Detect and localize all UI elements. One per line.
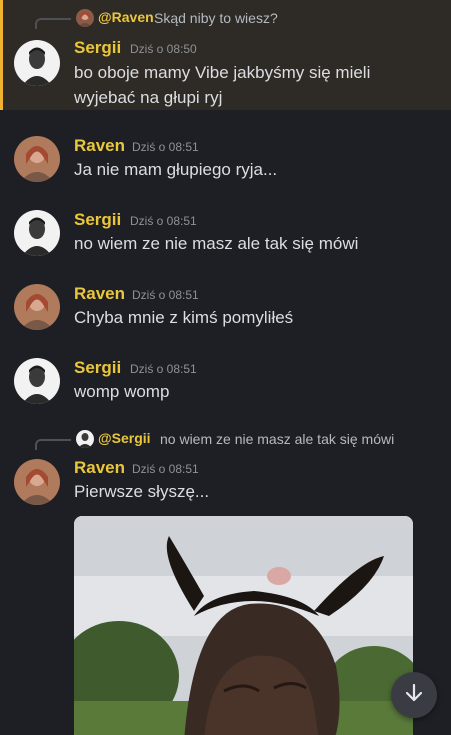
author-name[interactable]: Raven — [74, 458, 125, 478]
message-text: Ja nie mam głupiego ryja... — [74, 160, 278, 179]
timestamp: Dziś o 08:51 — [132, 288, 199, 302]
avatar[interactable] — [14, 40, 60, 86]
timestamp: Dziś o 08:51 — [130, 362, 197, 376]
message-text: no wiem ze nie masz ale tak się mówi — [74, 234, 359, 253]
reply-spine — [35, 18, 71, 29]
message-raven-1[interactable]: Raven Dziś o 08:51 Ja nie mam głupiego r… — [0, 128, 451, 188]
author-name[interactable]: Raven — [74, 136, 125, 156]
message-text: Chyba mnie z kimś pomyliłeś — [74, 308, 294, 327]
timestamp: Dziś o 08:51 — [132, 462, 199, 476]
avatar[interactable] — [14, 136, 60, 182]
avatar[interactable] — [14, 284, 60, 330]
reply-text: Skąd niby to wiesz? — [154, 10, 278, 26]
message-sergii-3[interactable]: Sergii Dziś o 08:51 womp womp — [0, 350, 451, 410]
message-text-line: wyjebać na głupi ryj — [74, 88, 223, 107]
scroll-to-bottom-button[interactable] — [391, 672, 437, 718]
author-name[interactable]: Sergii — [74, 210, 121, 230]
video-thumbnail[interactable] — [74, 516, 413, 735]
reply-preview[interactable]: @Sergii no wiem ze nie masz ale tak się … — [0, 429, 451, 450]
reply-text: no wiem ze nie masz ale tak się mówi — [160, 431, 395, 447]
message-text: Pierwsze słyszę... — [74, 482, 210, 501]
timestamp: Dziś o 08:50 — [130, 42, 197, 56]
reply-author[interactable]: @Raven — [98, 9, 154, 25]
timestamp: Dziś o 08:51 — [132, 140, 199, 154]
avatar[interactable] — [14, 459, 60, 505]
message-sergii-2[interactable]: Sergii Dziś o 08:51 no wiem ze nie masz … — [0, 202, 451, 262]
timestamp: Dziś o 08:51 — [130, 214, 197, 228]
reply-avatar — [76, 9, 94, 27]
message-sergii-1[interactable]: @Raven Skąd niby to wiesz? Sergii Dziś o… — [0, 0, 451, 110]
message-raven-2[interactable]: Raven Dziś o 08:51 Chyba mnie z kimś pom… — [0, 276, 451, 336]
author-name[interactable]: Raven — [74, 284, 125, 304]
reply-preview[interactable]: @Raven Skąd niby to wiesz? — [0, 8, 451, 29]
arrow-down-icon — [403, 682, 425, 709]
message-text-line: bo oboje mamy Vibe jakbyśmy się mieli — [74, 63, 371, 82]
chat-messages: @Raven Skąd niby to wiesz? Sergii Dziś o… — [0, 0, 451, 735]
message-text: womp womp — [74, 382, 170, 401]
reply-spine — [35, 439, 71, 450]
author-name[interactable]: Sergii — [74, 38, 121, 58]
reply-author[interactable]: @Sergii — [98, 430, 151, 446]
avatar[interactable] — [14, 358, 60, 404]
reply-avatar — [76, 430, 94, 448]
author-name[interactable]: Sergii — [74, 358, 121, 378]
avatar[interactable] — [14, 210, 60, 256]
